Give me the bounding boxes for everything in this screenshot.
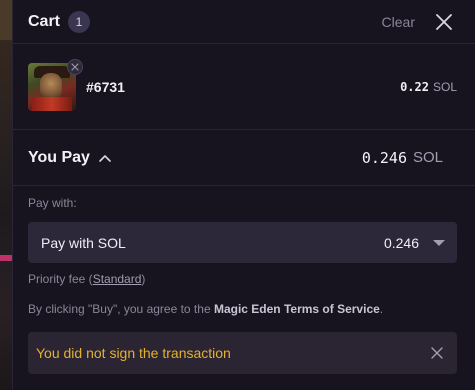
total-value: 0.246 [361, 148, 407, 167]
terms-suffix: . [379, 302, 384, 316]
remove-icon [71, 63, 79, 71]
pay-with-amount: 0.246 [383, 234, 419, 251]
close-icon [436, 13, 452, 30]
page-backdrop [0, 0, 12, 390]
terms-notice: By clicking "Buy", you agree to the Magi… [28, 302, 457, 316]
priority-fee-suffix: ) [141, 272, 146, 286]
you-pay-label: You Pay [28, 148, 90, 166]
payment-section: Pay with: Pay with SOL 0.246 Priority fe… [13, 186, 475, 374]
cart-count-badge: 1 [68, 10, 91, 33]
dismiss-error-button[interactable] [430, 346, 444, 360]
priority-fee: Priority fee (Standard) [28, 272, 457, 286]
close-icon [431, 347, 443, 359]
item-name: #6731 [86, 78, 125, 95]
cart-drawer: Cart 1 Clear #6731 0.22 SOL You Pay 0.24… [12, 0, 475, 390]
close-cart-button[interactable] [435, 13, 453, 31]
error-alert: You did not sign the transaction [28, 332, 457, 374]
priority-fee-prefix: Priority fee ( [28, 272, 93, 286]
total-unit: SOL [412, 149, 443, 166]
caret-down-icon [433, 239, 445, 246]
pay-with-selected: Pay with SOL [41, 234, 126, 251]
pay-with-select[interactable]: Pay with SOL 0.246 [28, 222, 457, 263]
error-message: You did not sign the transaction [36, 345, 231, 361]
priority-fee-link[interactable]: Standard [93, 272, 142, 286]
item-price-unit: SOL [432, 79, 457, 94]
cart-header: Cart 1 Clear [13, 0, 475, 44]
pay-with-label: Pay with: [28, 196, 77, 210]
clear-cart-button[interactable]: Clear [382, 14, 415, 30]
you-pay-section: You Pay 0.246 SOL [13, 130, 475, 186]
cart-title: Cart [28, 12, 61, 30]
backdrop-accent [0, 255, 12, 261]
remove-item-button[interactable] [67, 59, 83, 75]
collapse-toggle[interactable] [99, 154, 111, 162]
item-price: 0.22 [400, 79, 429, 94]
cart-item: #6731 0.22 SOL [13, 44, 475, 130]
chevron-up-icon [99, 154, 111, 162]
terms-of-service-link[interactable]: Magic Eden Terms of Service [214, 302, 380, 316]
backdrop-image [0, 0, 12, 40]
terms-prefix: By clicking "Buy", you agree to the [28, 302, 214, 316]
